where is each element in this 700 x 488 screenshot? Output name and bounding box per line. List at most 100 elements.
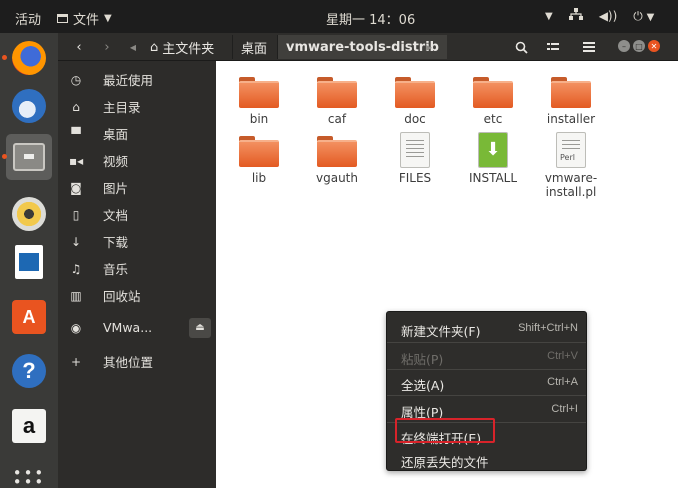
app-menu[interactable]: 文件 ▼ [57, 9, 112, 28]
help-icon: ? [12, 354, 46, 388]
eject-button[interactable]: ⏏ [189, 317, 211, 338]
network-icon[interactable] [568, 8, 583, 24]
show-applications-button[interactable]: ••• ••• [6, 455, 52, 488]
file-item-files[interactable]: FILES [382, 132, 448, 185]
menu-item-label: 新建文件夹(F) [401, 324, 481, 339]
menu-item-paste[interactable]: 粘贴(P) Ctrl+V [387, 343, 586, 369]
dock-item-amazon[interactable]: a [6, 403, 52, 449]
sidebar-item-recent[interactable]: ◷ 最近使用 [58, 66, 216, 93]
file-item-doc[interactable]: doc [382, 77, 448, 126]
chevron-left-icon: ‹ [76, 39, 82, 55]
search-button[interactable] [510, 35, 532, 59]
search-icon [515, 41, 528, 54]
path-scroll-right-button[interactable]: ▶ [424, 35, 434, 59]
file-item-vgauth[interactable]: vgauth [304, 136, 370, 185]
dock-item-thunderbird[interactable] [6, 83, 52, 129]
dock-item-writer[interactable] [6, 239, 52, 285]
sidebar-item-music[interactable]: ♫ 音乐 [58, 255, 216, 282]
view-toggle-button[interactable] [542, 35, 564, 59]
folder-icon [317, 77, 357, 108]
path-desktop-button[interactable]: 桌面 [232, 35, 275, 59]
folder-icon [239, 77, 279, 108]
file-item-install[interactable]: ⬇ INSTALL [460, 132, 526, 185]
clock[interactable]: 星期一 14：06 [326, 9, 415, 28]
sidebar-item-downloads[interactable]: ↓ 下载 [58, 228, 216, 255]
close-icon: ✕ [650, 41, 658, 51]
path-current-folder-button[interactable]: vmware-tools-distrib [277, 35, 447, 59]
close-button[interactable]: ✕ [648, 40, 660, 52]
file-item-lib[interactable]: lib [226, 136, 292, 185]
list-view-icon [547, 43, 559, 50]
sidebar-item-label: 下载 [103, 235, 129, 250]
back-button[interactable]: ‹ [70, 35, 88, 59]
activities-button[interactable]: 活动 [15, 9, 41, 28]
file-name: vmware-install.pl [544, 171, 598, 199]
path-current-label: vmware-tools-distrib [286, 39, 439, 55]
sidebar-item-label: 音乐 [103, 262, 129, 277]
sidebar-item-label: 主目录 [103, 100, 141, 115]
path-scroll-left-button[interactable]: ◀ [128, 35, 138, 59]
power-icon[interactable]: ⏻ ▼ [633, 9, 654, 24]
sidebar-item-pictures[interactable]: ◙ 图片 [58, 174, 216, 201]
file-name: installer [546, 112, 596, 126]
path-desktop-label: 桌面 [241, 41, 268, 57]
sidebar-item-trash[interactable]: ▥ 回收站 [58, 282, 216, 309]
chevron-right-icon: › [104, 39, 110, 55]
folder-icon [395, 77, 435, 108]
recent-icon: ◷ [70, 72, 82, 87]
dock-item-help[interactable]: ? [6, 348, 52, 394]
pictures-icon: ◙ [70, 180, 82, 195]
menu-item-new-folder[interactable]: 新建文件夹(F) Shift+Ctrl+N [387, 315, 586, 341]
forward-button[interactable]: › [98, 35, 116, 59]
rhythmbox-icon [12, 197, 46, 231]
dock-item-files[interactable] [2, 134, 52, 180]
menu-item-restore-missing-files[interactable]: 还原丢失的文件 [387, 446, 586, 472]
disc-icon: ◉ [70, 320, 82, 335]
sidebar-item-videos[interactable]: ▪◂ 视频 [58, 147, 216, 174]
context-menu: 新建文件夹(F) Shift+Ctrl+N 粘贴(P) Ctrl+V 全选(A)… [386, 311, 587, 471]
file-item-bin[interactable]: bin [226, 77, 292, 126]
file-item-etc[interactable]: etc [460, 77, 526, 126]
file-name: INSTALL [468, 171, 518, 185]
folder-icon [473, 77, 513, 108]
input-method-icon[interactable]: ▼ [545, 11, 553, 22]
sidebar-item-documents[interactable]: ▯ 文档 [58, 201, 216, 228]
dock-item-rhythmbox[interactable] [6, 191, 52, 237]
system-tray[interactable]: ▼ ◀)) ⏻ ▼ [545, 8, 654, 24]
plus-icon: + [70, 354, 82, 369]
trash-icon: ▥ [70, 288, 82, 303]
file-name: bin [249, 112, 269, 126]
sidebar-item-label: 视频 [103, 154, 129, 169]
sidebar-item-desktop[interactable]: ▀ 桌面 [58, 120, 216, 147]
folder-icon [317, 136, 357, 167]
folder-icon [551, 77, 591, 108]
file-item-caf[interactable]: caf [304, 77, 370, 126]
file-name: etc [483, 112, 503, 126]
sidebar-item-vmware-disc[interactable]: ◉ VMwa... ⏏ [58, 314, 216, 341]
minimize-button[interactable]: – [618, 40, 630, 52]
sidebar-item-label: VMwa... [103, 320, 153, 335]
volume-icon[interactable]: ◀)) [599, 9, 618, 23]
dock-item-firefox[interactable] [2, 35, 52, 81]
software-center-icon: A [12, 300, 46, 334]
sidebar-item-label: 回收站 [103, 289, 141, 304]
menu-item-shortcut: Ctrl+I [551, 403, 578, 415]
dock-item-software[interactable]: A [6, 294, 52, 340]
downloads-icon: ↓ [70, 234, 82, 249]
maximize-button[interactable]: □ [633, 40, 645, 52]
file-item-vmware-install-pl[interactable]: Perl vmware-install.pl [538, 132, 604, 199]
menu-button[interactable] [578, 35, 600, 59]
sidebar-item-home[interactable]: ⌂ 主目录 [58, 93, 216, 120]
text-file-icon [400, 132, 430, 168]
menu-item-select-all[interactable]: 全选(A) Ctrl+A [387, 369, 586, 395]
menu-item-shortcut: Ctrl+V [547, 350, 578, 362]
path-home-button[interactable]: ⌂ 主文件夹 [142, 35, 222, 59]
file-item-installer[interactable]: installer [538, 77, 604, 126]
running-indicator [2, 154, 7, 159]
firefox-icon [12, 41, 46, 75]
file-name: FILES [398, 171, 432, 185]
file-name: vgauth [316, 171, 358, 185]
sidebar-item-other-locations[interactable]: + 其他位置 [58, 348, 216, 375]
files-icon [13, 143, 45, 171]
amazon-icon: a [12, 409, 46, 443]
